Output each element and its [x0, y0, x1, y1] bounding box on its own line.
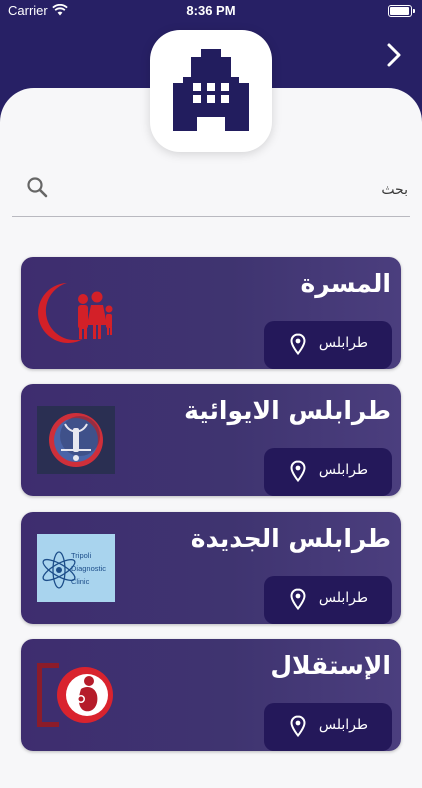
search-icon[interactable] — [26, 176, 48, 198]
hospital-name: الإستقلال — [270, 651, 391, 680]
hospital-card[interactable]: طرابلس الايوائية طرابلس — [21, 384, 401, 496]
tripoli-shelter-crest-logo — [37, 406, 115, 474]
hospital-card[interactable]: Tripoli Diagnostic Clinic طرابلس الجديدة… — [21, 512, 401, 624]
map-pin-icon — [290, 715, 306, 737]
hospital-card[interactable]: الإستقلال طرابلس — [21, 639, 401, 751]
red-crescent-family-logo — [37, 279, 115, 347]
map-pin-icon — [290, 588, 306, 610]
tripoli-diagnostic-clinic-logo: Tripoli Diagnostic Clinic — [37, 534, 115, 602]
location-button[interactable]: طرابلس — [264, 576, 392, 624]
clock: 8:36 PM — [186, 3, 236, 18]
mother-child-logo — [37, 661, 115, 729]
location-label: طرابلس — [318, 335, 368, 351]
logo-text: Clinic — [71, 577, 90, 586]
forward-button[interactable] — [382, 42, 406, 68]
battery-icon — [388, 5, 415, 17]
chevron-right-icon — [387, 43, 401, 67]
hospital-name: المسرة — [300, 269, 391, 298]
map-pin-icon — [290, 333, 306, 355]
hospital-card[interactable]: المسرة طرابلس — [21, 257, 401, 369]
app-logo — [150, 30, 272, 152]
hospital-name: طرابلس الجديدة — [190, 524, 391, 553]
map-pin-icon — [290, 460, 306, 482]
search-bar[interactable] — [12, 166, 410, 217]
location-button[interactable]: طرابلس — [264, 321, 392, 369]
hospital-name: طرابلس الايوائية — [184, 396, 391, 425]
status-bar: Carrier 8:36 PM — [0, 0, 422, 22]
location-label: طرابلس — [318, 717, 368, 733]
location-label: طرابلس — [318, 590, 368, 606]
location-button[interactable]: طرابلس — [264, 703, 392, 751]
logo-text: Tripoli — [71, 551, 91, 560]
logo-text: Diagnostic — [71, 564, 106, 573]
location-label: طرابلس — [318, 462, 368, 478]
search-input[interactable] — [72, 174, 410, 206]
location-button[interactable]: طرابلس — [264, 448, 392, 496]
hospital-building-icon — [173, 49, 249, 131]
